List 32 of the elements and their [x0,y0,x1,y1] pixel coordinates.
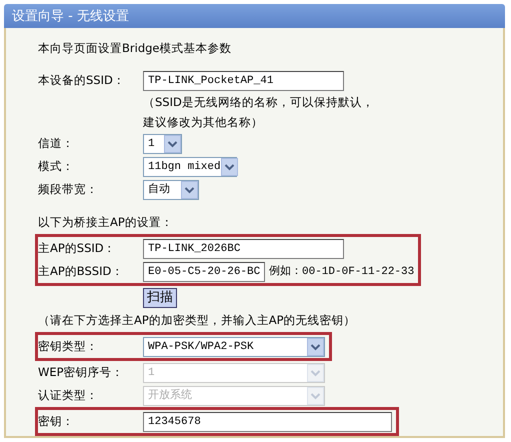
field-label: 主AP的BSSID： [38,263,124,280]
caret-icon [164,134,181,153]
caret-icon [220,158,238,176]
dropdown[interactable]: 自动 [143,180,199,200]
input-field[interactable]: TP-LINK_PocketAP_41 [143,70,344,91]
dropdown[interactable]: 11bgn mixed [143,156,237,177]
dropdown[interactable]: WPA-PSK/WPA2-PSK [143,336,325,357]
field-label: 密钥类型： [38,338,99,356]
scan-button[interactable]: 扫描 [143,288,177,308]
field-label: 认证类型： [38,387,99,404]
example-text: 例如：00-1D-0F-11-22-33 [269,264,414,280]
field-label: 频段带宽： [38,181,99,198]
note-text: （请在下方选择主AP的加密类型，并输入主AP的无线密钥） [38,312,357,330]
hint-text: 建议修改为其他名称） [142,114,264,132]
section-heading: 以下为桥接主AP的设置： [38,214,174,232]
intro-text: 本向导页面设置Bridge模式基本参数 [38,40,232,57]
input-field[interactable]: TP-LINK_2026BC [143,238,344,259]
field-label: 信道： [38,135,75,152]
field-label: 本设备的SSID： [38,72,126,90]
field-label: 密钥： [38,413,75,430]
input-field[interactable]: E0-05-C5-20-26-BC [143,262,265,282]
hint-text: （SSID是无线网络的名称，可以保持默认， [142,94,375,112]
field-label: WEP密钥序号： [38,364,125,382]
input-field[interactable]: 12345678 [143,412,392,432]
window-title: 设置向导 - 无线设置 [4,4,505,28]
field-label: 模式： [38,158,75,176]
field-label: 主AP的SSID： [38,240,117,258]
caret-icon [181,180,198,199]
caret-icon [307,386,324,405]
caret-icon [307,364,324,382]
dropdown[interactable]: 1 [143,134,182,154]
caret-icon [307,338,324,356]
